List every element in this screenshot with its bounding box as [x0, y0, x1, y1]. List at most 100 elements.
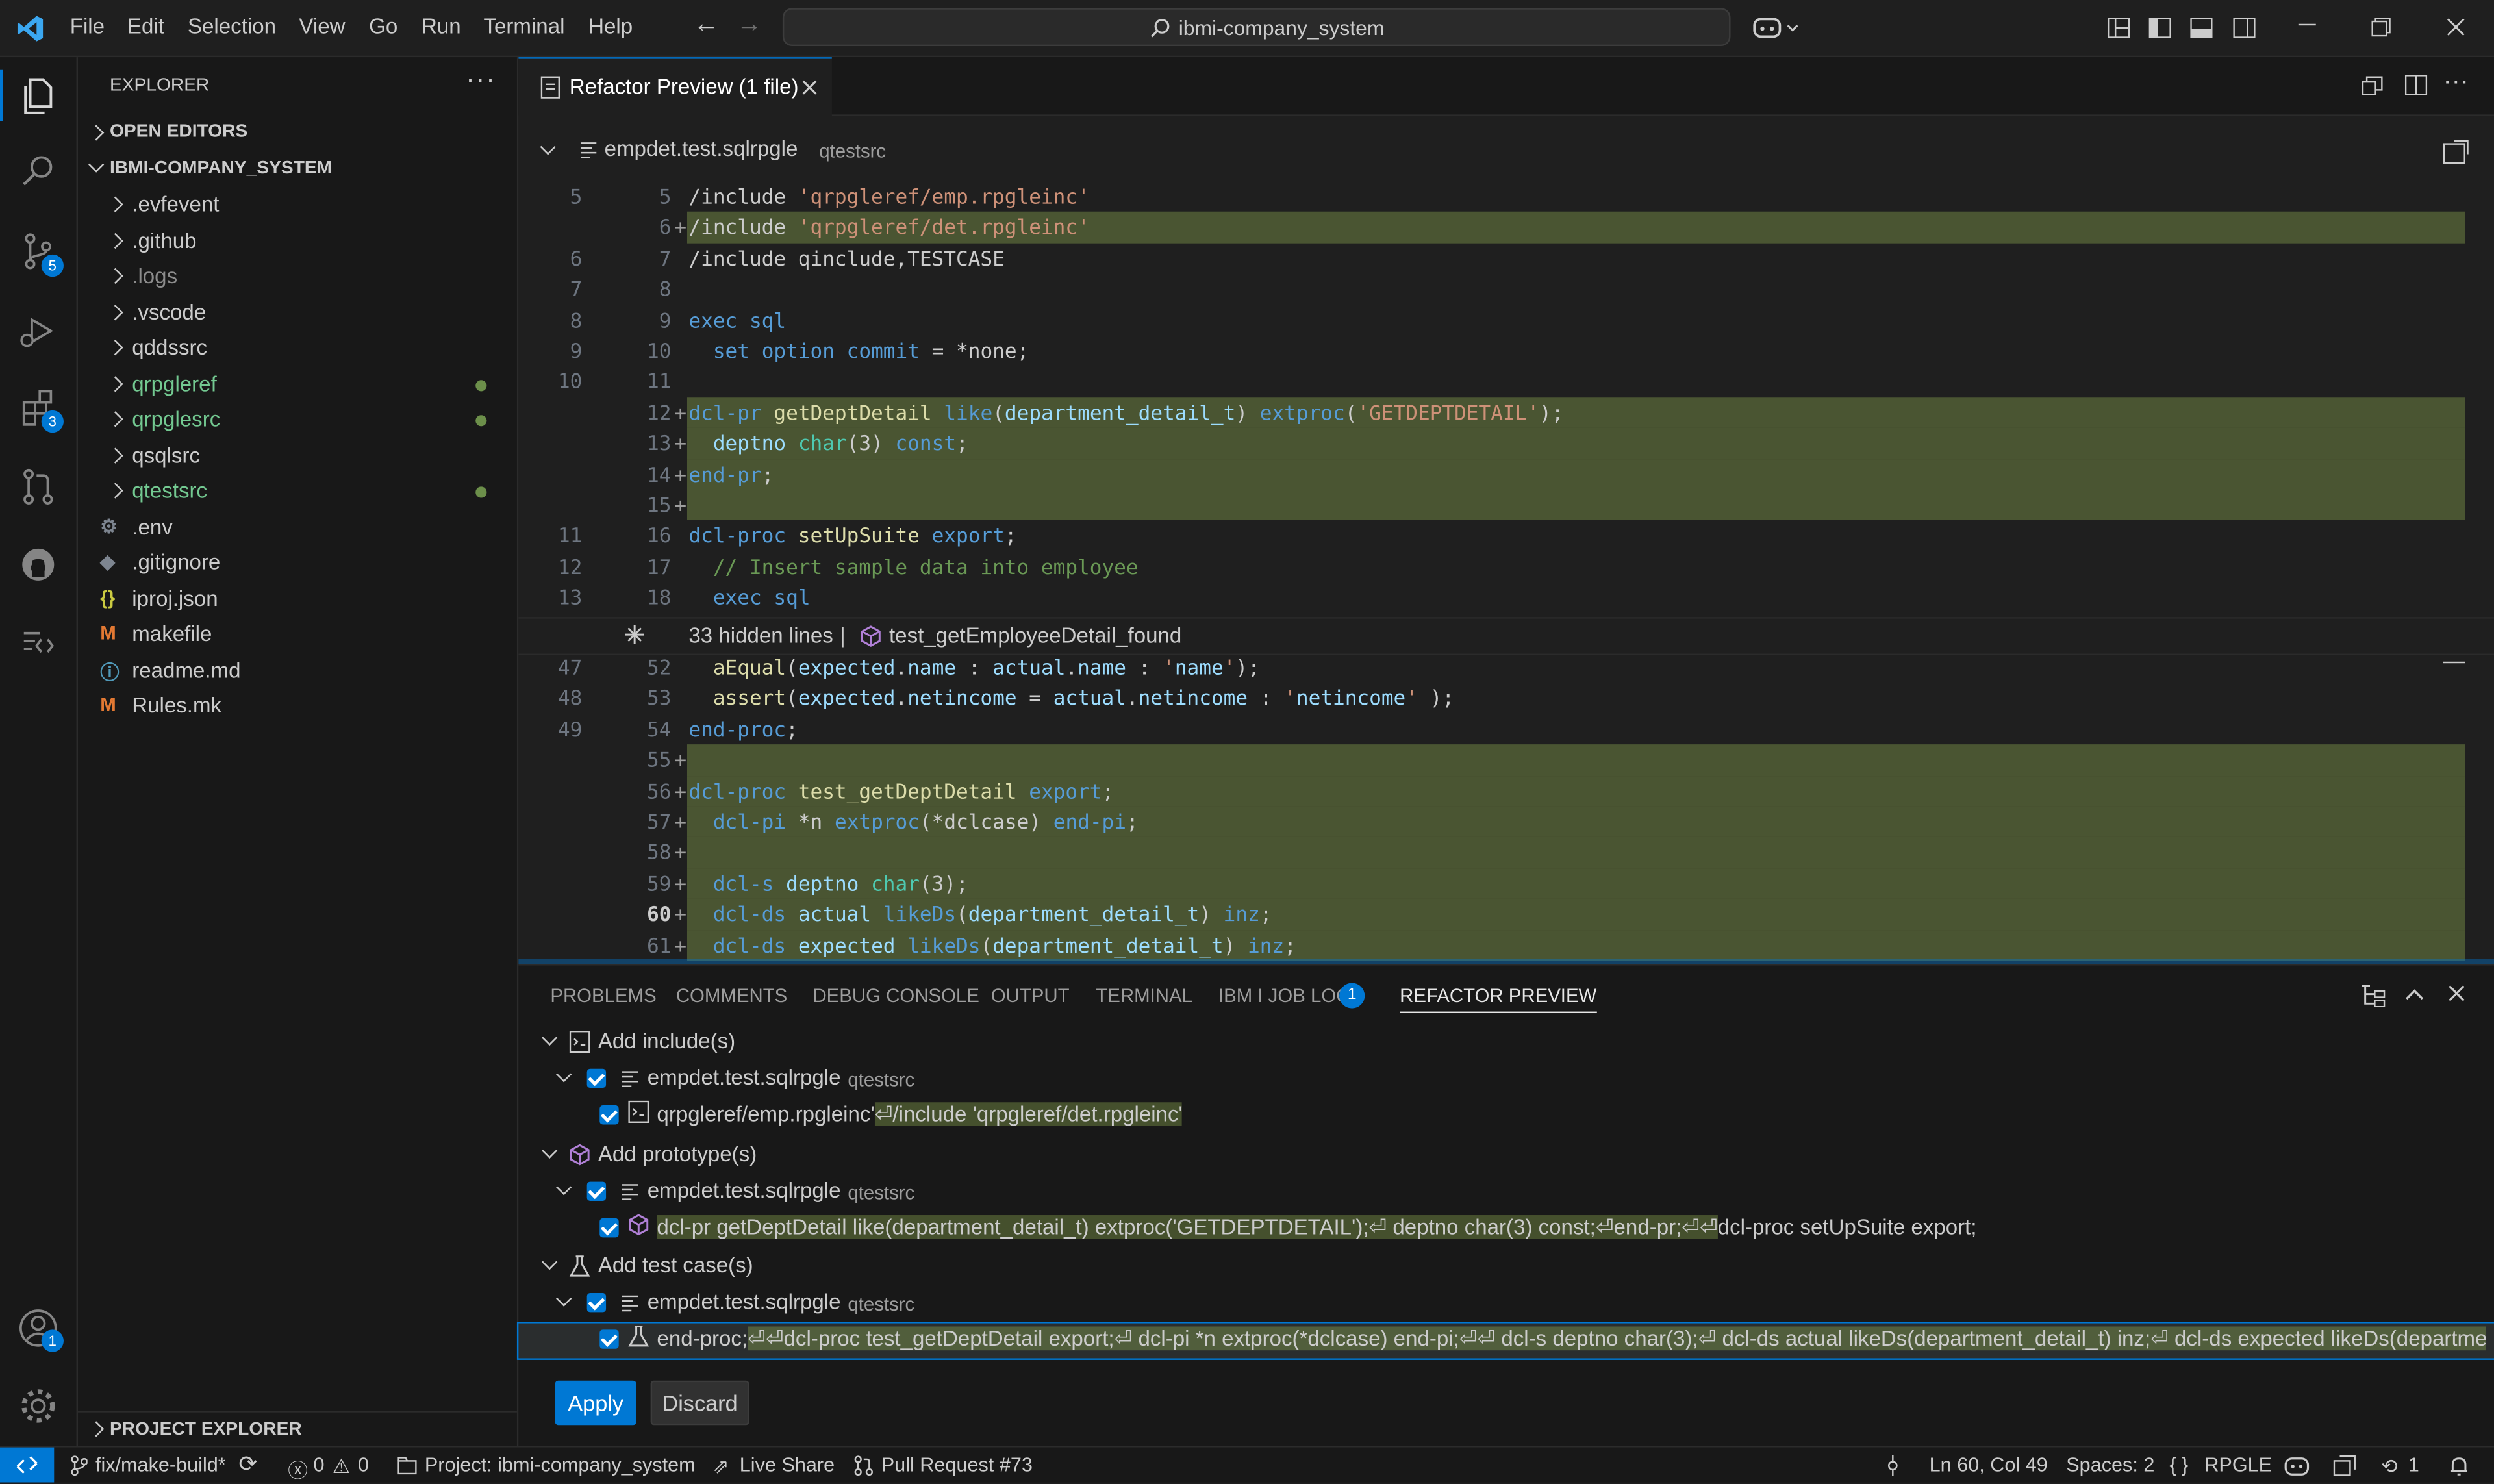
history-icon[interactable]: ⟲ — [2381, 1453, 2398, 1478]
refactor-file-row[interactable]: empdet.test.sqlrpgle qtestsrc — [518, 1287, 2494, 1322]
explorer-item[interactable]: {} iproj.json — [78, 581, 517, 616]
braces-icon[interactable]: { } — [2169, 1453, 2188, 1476]
history-count[interactable]: 1 — [2408, 1453, 2419, 1476]
panel-tab[interactable]: IBM I JOB LOG — [1218, 985, 1351, 1007]
project-explorer-section[interactable]: PROJECT EXPLORER — [78, 1411, 517, 1447]
code-line[interactable]: 11 16 dcl-proc setUpSuite export; — [518, 521, 2494, 551]
live-share-label[interactable]: Live Share — [740, 1453, 835, 1476]
copilot-icon[interactable] — [1753, 14, 1800, 42]
language-mode[interactable]: RPGLE — [2204, 1453, 2272, 1476]
maximize-panel-icon[interactable] — [2405, 988, 2424, 1001]
discard-button[interactable]: Discard — [650, 1380, 749, 1426]
menu-terminal[interactable]: Terminal — [483, 14, 564, 38]
code-line[interactable]: 55 + — [518, 745, 2494, 775]
code-line[interactable]: 60 + dcl-ds actual likeDs(department_deta… — [518, 899, 2494, 929]
pull-request-label[interactable]: Pull Request #73 — [881, 1453, 1033, 1476]
menu-run[interactable]: Run — [422, 14, 461, 38]
explorer-item[interactable]: Mmakefile — [78, 617, 517, 652]
change-checkbox[interactable] — [599, 1105, 619, 1125]
code-line[interactable]: 5 5/include 'qrpgleref/emp.rpgleinc' — [518, 181, 2494, 212]
toggle-secondary-sidebar-icon[interactable] — [2233, 17, 2256, 38]
open-changes-icon[interactable] — [2362, 76, 2383, 95]
code-line[interactable]: 58 + — [518, 837, 2494, 868]
live-share-icon[interactable]: ⇗ — [712, 1453, 729, 1478]
customize-layout-icon[interactable] — [2107, 17, 2130, 38]
refactor-file-row[interactable]: empdet.test.sqlrpgle qtestsrc — [518, 1175, 2494, 1210]
code-line[interactable]: 56 + dcl-proc test_getDeptDetail export; — [518, 775, 2494, 806]
copilot-status-icon[interactable] — [2284, 1455, 2310, 1476]
branch-name[interactable]: fix/make-build* — [95, 1453, 226, 1476]
panel-tab[interactable]: TERMINAL — [1096, 985, 1192, 1007]
open-editors-section[interactable]: OPEN EDITORS — [78, 118, 517, 149]
toggle-panel-icon[interactable] — [2190, 17, 2213, 38]
refactor-group[interactable]: Add test case(s) — [518, 1250, 2494, 1285]
explorer-item[interactable]: qrpgleref — [78, 366, 517, 401]
toggle-primary-sidebar-icon[interactable] — [2148, 17, 2171, 38]
refactor-file-row[interactable]: empdet.test.sqlrpgle qtestsrc — [518, 1063, 2494, 1098]
refactor-change-row[interactable]: qrpgleref/emp.rpgleinc'⏎/include 'qrpgle… — [518, 1099, 2494, 1134]
settings-gear-icon[interactable] — [16, 1384, 60, 1429]
ibmi-code-icon[interactable] — [16, 620, 60, 665]
project-label[interactable]: Project: ibmi-company_system — [425, 1453, 696, 1476]
code-line[interactable]: 13 18 exec sql — [518, 583, 2494, 613]
workspace-root[interactable]: IBMI-COMPANY_SYSTEM — [78, 153, 517, 184]
close-window-icon[interactable] — [2447, 18, 2465, 36]
code-line[interactable]: 12 + dcl-pr getDeptDetail like(department_… — [518, 397, 2494, 428]
menu-file[interactable]: File — [70, 14, 105, 38]
back-arrow-icon[interactable]: ← — [694, 11, 719, 40]
code-line[interactable]: 10 11 — [518, 366, 2494, 397]
open-file-icon[interactable] — [2443, 140, 2469, 164]
unfold-icon[interactable] — [624, 623, 646, 646]
hidden-lines-bar[interactable]: 33 hidden lines | test_getEmployeeDetail… — [518, 617, 2494, 655]
editor-more-icon[interactable]: ··· — [2443, 68, 2469, 97]
remote-indicator[interactable] — [0, 1447, 55, 1483]
close-panel-icon[interactable] — [2448, 985, 2465, 1002]
change-checkbox[interactable] — [599, 1217, 619, 1237]
explorer-icon[interactable] — [16, 73, 60, 118]
code-line[interactable]: 15 + — [518, 490, 2494, 520]
run-debug-icon[interactable] — [16, 308, 60, 353]
code-line[interactable]: 14 + end-pr; — [518, 459, 2494, 490]
code-line[interactable]: 48 53 assert(expected.netincome = actual.… — [518, 683, 2494, 714]
restore-icon[interactable] — [2371, 17, 2391, 37]
code-line[interactable]: 9 10 set option commit = *none; — [518, 336, 2494, 366]
explorer-item[interactable]: M Rules.mk — [78, 688, 517, 723]
code-line[interactable]: 49 54 end-proc; — [518, 714, 2494, 744]
code-line[interactable]: 61 + dcl-ds expected likeDs(department_de… — [518, 930, 2494, 961]
ports-icon[interactable] — [2333, 1455, 2356, 1476]
search-view-icon[interactable] — [16, 149, 60, 194]
refactor-group[interactable]: Add include(s) — [518, 1026, 2494, 1061]
file-checkbox[interactable] — [586, 1068, 607, 1088]
error-count[interactable]: 0 — [313, 1453, 324, 1476]
menu-edit[interactable]: Edit — [127, 14, 164, 38]
explorer-item[interactable]: .logs — [78, 259, 517, 294]
cursor-position[interactable]: Ln 60, Col 49 — [1930, 1453, 2048, 1476]
explorer-item[interactable]: ◆ .gitignore — [78, 546, 517, 581]
explorer-item[interactable]: qtestsrc — [78, 474, 517, 509]
explorer-item[interactable]: qrpglesrc — [78, 403, 517, 438]
refactor-change-row[interactable]: dcl-pr getDeptDetail like(department_det… — [518, 1211, 2494, 1246]
explorer-item[interactable]: ⚙ .env — [78, 510, 517, 545]
notifications-bell-icon[interactable] — [2449, 1455, 2468, 1476]
code-line[interactable]: 47 52 aEqual(expected.name : actual.name … — [518, 652, 2494, 683]
apply-button[interactable]: Apply — [555, 1380, 636, 1426]
sync-icon[interactable]: ⟳ — [238, 1450, 257, 1478]
code-line[interactable]: 12 17 // Insert sample data into employee — [518, 551, 2494, 582]
menu-selection[interactable]: Selection — [188, 14, 276, 38]
view-as-tree-icon[interactable] — [2360, 985, 2386, 1007]
panel-tab[interactable]: PROBLEMS — [550, 985, 656, 1007]
refactor-change-row[interactable]: end-proc;⏎⏎dcl-proc test_getDeptDetail e… — [516, 1322, 2494, 1360]
warning-icon[interactable]: ⚠ — [333, 1453, 350, 1478]
split-editor-icon[interactable] — [2404, 75, 2428, 95]
file-checkbox[interactable] — [586, 1181, 607, 1200]
close-tab-icon[interactable] — [801, 79, 817, 95]
warning-count[interactable]: 0 — [358, 1453, 369, 1476]
tab-refactor-preview[interactable]: Refactor Preview (1 file) — [518, 57, 832, 116]
errors-icon[interactable]: ⓧ — [288, 1453, 308, 1484]
refactor-group[interactable]: Add prototype(s) — [518, 1138, 2494, 1173]
code-line[interactable]: 57 + dcl-pi *n extproc(*dclcase) end-pi; — [518, 807, 2494, 837]
menu-go[interactable]: Go — [369, 14, 397, 38]
code-line[interactable]: 59 + dcl-s deptno char(3); — [518, 868, 2494, 899]
explorer-item[interactable]: qsqlsrc — [78, 438, 517, 473]
github-icon[interactable] — [16, 542, 60, 587]
